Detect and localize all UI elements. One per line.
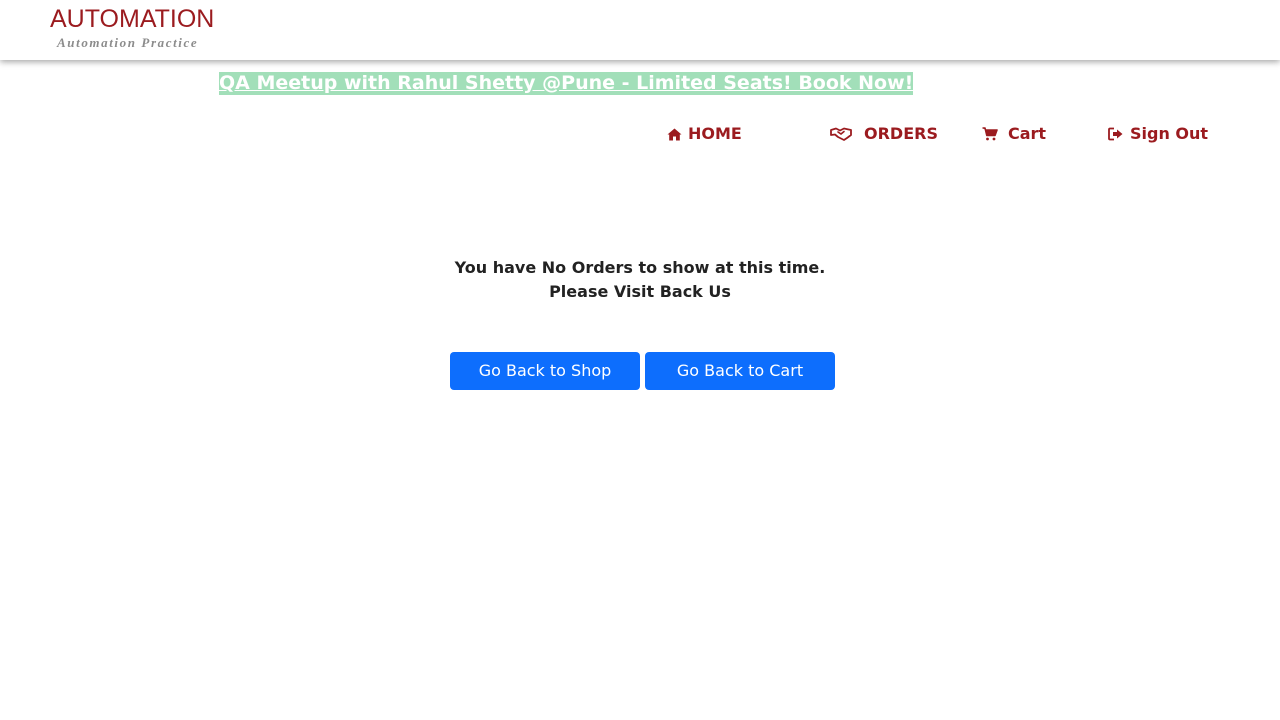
nav-orders-label: ORDERS [864,124,938,143]
nav-home-label: HOME [688,124,742,143]
go-back-to-cart-button[interactable]: Go Back to Cart [645,352,835,390]
nav-cart-button[interactable]: Cart [982,123,1046,145]
go-back-to-shop-button[interactable]: Go Back to Shop [450,352,640,390]
nav-sign-out-label: Sign Out [1130,124,1209,143]
shopping-cart-icon [982,127,998,141]
site-logo[interactable]: AUTOMATION Automation Practice [50,4,214,51]
logo-subtitle: Automation Practice [57,35,199,50]
nav-home-button[interactable]: HOME [667,123,742,145]
no-orders-message: You have No Orders to show at this time.… [0,256,1280,304]
nav-sign-out-button[interactable]: Sign Out [1108,123,1208,145]
promo-banner-link[interactable]: QA Meetup with Rahul Shetty @Pune - Limi… [219,72,914,95]
visit-back-line: Please Visit Back Us [549,282,731,301]
sign-out-icon [1108,127,1124,141]
top-header: AUTOMATION Automation Practice [0,0,1280,60]
no-orders-line: You have No Orders to show at this time. [454,258,826,277]
nav-orders-button[interactable]: ORDERS [830,123,938,145]
home-icon [667,128,682,141]
handshake-icon [830,127,852,141]
nav-cart-label: Cart [1008,124,1047,143]
logo-title: AUTOMATION [50,5,215,33]
